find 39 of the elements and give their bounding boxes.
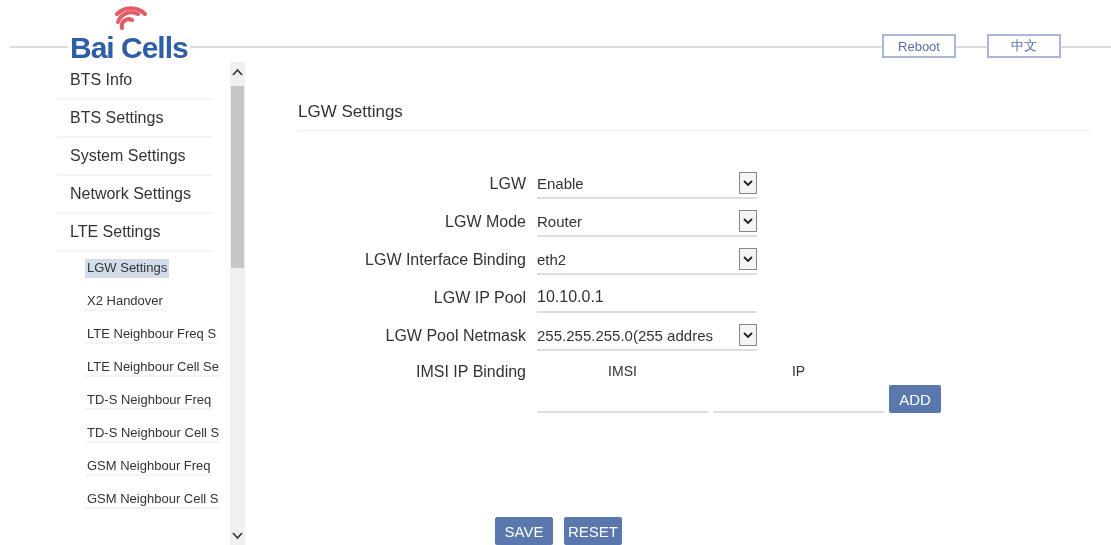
sidebar-subitem[interactable]: LGW Settings [85,259,170,278]
sidebar-item[interactable]: Network Settings [57,176,212,214]
add-button[interactable]: ADD [889,385,941,413]
select-field[interactable]: eth2 [537,245,757,275]
scroll-up-icon[interactable] [232,68,243,76]
column-header: IMSI [608,363,637,379]
scroll-down-icon[interactable] [232,532,243,540]
dropdown-caret-icon[interactable] [739,324,757,346]
wifi-signal-icon [114,6,148,30]
select-field[interactable]: Router [537,207,757,237]
action-button[interactable]: SAVE [495,517,553,545]
dropdown-caret-icon[interactable] [739,210,757,232]
field-label: LGW Mode [444,213,526,231]
scrollbar[interactable] [230,62,245,545]
column-header: IP [791,363,806,379]
field-label: LGW IP Pool [432,289,526,307]
sidebar-item[interactable]: System Settings [57,138,212,176]
sidebar-subitem[interactable]: GSM Neighbour Cell S [85,490,221,509]
field-label: LGW Pool Netmask [384,327,526,345]
select-field[interactable]: Enable [537,169,757,199]
field-label: IMSI IP Binding [415,363,526,381]
sidebar-item[interactable]: BTS Settings [57,100,212,138]
sidebar-item[interactable]: BTS Info [57,62,212,100]
section-title: LGW Settings [298,102,403,121]
field-label: LGW [488,175,526,193]
dropdown-caret-icon[interactable] [739,172,757,194]
sidebar-subitem[interactable]: X2 Handover [85,292,165,311]
action-button[interactable]: RESET [564,517,622,545]
sidebar-subitem[interactable]: GSM Neighbour Freq [85,457,213,476]
sidebar-subitem[interactable]: LTE Neighbour Freq S [85,325,219,344]
dropdown-caret-icon[interactable] [739,248,757,270]
field-label: LGW Interface Binding [364,251,526,269]
sidebar-item[interactable]: LTE Settings [57,214,212,252]
sidebar-subitem[interactable]: LTE Neighbour Cell Se [85,358,221,377]
sidebar-subitem[interactable]: TD-S Neighbour Freq [85,391,214,410]
header-button[interactable]: 中文 [987,34,1061,58]
header-button[interactable]: Reboot [882,34,956,58]
select-field[interactable]: 255.255.255.0(255 addres [537,321,757,351]
sidebar-subitem[interactable]: TD-S Neighbour Cell S [85,424,222,443]
